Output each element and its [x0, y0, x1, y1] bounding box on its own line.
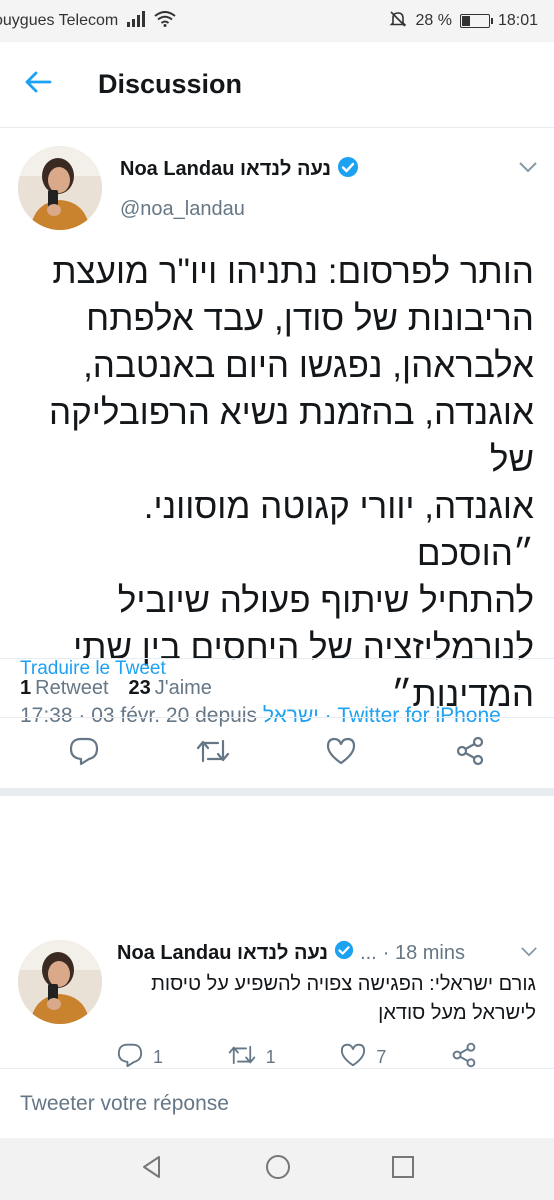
reply-button[interactable]	[64, 733, 104, 773]
tweet-text-line: אוגנדה, יוורי קגוטה מוסווני. ״הוסכם	[143, 487, 534, 573]
battery-icon	[459, 14, 493, 28]
like-stat-label: J'aime	[154, 676, 212, 699]
reply-menu-button[interactable]	[520, 944, 538, 962]
reply-author-name[interactable]: Noa Landau נעה לנדאו	[117, 942, 328, 965]
reply-header: Noa Landau נעה לנדאו ... · 18 mins	[117, 940, 465, 966]
nav-back-icon	[139, 1155, 165, 1184]
reply-icon	[69, 737, 99, 770]
reply-reply-button[interactable]: 1	[117, 1043, 163, 1068]
tweet-actions	[0, 718, 554, 796]
page-title: Discussion	[98, 69, 243, 99]
tweet-stats: 1 Retweet 23 J'aime	[0, 658, 554, 718]
retweet-stat-label: Retweet	[35, 676, 109, 699]
verified-badge-icon	[337, 156, 359, 183]
system-nav-bar	[0, 1138, 554, 1200]
like-count: 23	[128, 676, 151, 699]
main-tweet: Noa Landau נעה לנדאו @noa_landau הותר לפ…	[0, 128, 554, 731]
nav-recents-icon	[391, 1155, 415, 1183]
reply-share-button[interactable]	[451, 1042, 477, 1068]
retweet-button[interactable]	[193, 733, 233, 773]
author-name-row[interactable]: Noa Landau נעה לנדאו	[120, 156, 359, 183]
tweet-menu-button[interactable]	[518, 160, 538, 178]
tweet-text-line: אלבראהן, נפגשו היום באנטבה,	[83, 346, 534, 385]
tweet-text-line: הריבונות של סודן, עבד אלפתח	[86, 299, 534, 338]
app-header: Discussion	[0, 42, 554, 128]
like-button[interactable]	[321, 733, 361, 773]
reply-composer	[0, 1068, 554, 1138]
carrier-name: ouygues Telecom	[0, 12, 119, 29]
retweet-icon	[196, 738, 230, 769]
like-stat[interactable]: 23 J'aime	[129, 677, 212, 700]
reply-like-button[interactable]: 7	[340, 1043, 386, 1068]
back-button[interactable]	[0, 42, 82, 128]
nav-back-button[interactable]	[139, 1154, 165, 1185]
author-row: Noa Landau נעה לנדאו @noa_landau	[0, 128, 554, 238]
tweet-text-line: אוגנדה, בהזמנת נשיא הרפובליקה של	[48, 393, 534, 479]
retweet-count: 1	[20, 676, 32, 699]
chevron-down-icon	[520, 944, 538, 961]
reply-tweet[interactable]: Noa Landau נעה לנדאו ... · 18 mins גורם …	[0, 922, 554, 1068]
signal-icon	[126, 10, 146, 32]
reply-input[interactable]	[20, 1091, 520, 1116]
nav-recents-button[interactable]	[391, 1155, 415, 1184]
battery-percent: 28 %	[415, 12, 452, 29]
battery-fill	[461, 16, 470, 26]
back-arrow-icon	[24, 70, 52, 99]
retweet-icon	[228, 1044, 256, 1068]
wifi-icon	[154, 10, 176, 32]
reply-retweet-count: 1	[265, 1047, 276, 1067]
share-icon	[455, 736, 485, 771]
tweet-text-line: הותר לפרסום: נתניהו ויו"ר מועצת	[52, 252, 534, 291]
share-icon	[451, 1042, 477, 1068]
clock: 18:01	[497, 12, 538, 29]
reply-retweet-button[interactable]: 1	[228, 1044, 276, 1068]
reply-like-count: 7	[376, 1047, 387, 1067]
nav-home-icon	[264, 1154, 292, 1185]
status-bar: ouygues Telecom 28 % 18:01	[0, 0, 554, 42]
reply-text: גורם ישראלי: הפגישה צפויה להשפיע על טיסו…	[151, 973, 536, 1024]
author-handle[interactable]: @noa_landau	[120, 198, 245, 221]
reply-actions: 1 1 7	[117, 1042, 477, 1068]
reply-handle-ellipsis: ...	[360, 941, 377, 964]
like-icon	[340, 1043, 366, 1068]
reply-time: · 18 mins	[382, 941, 465, 964]
author-name[interactable]: Noa Landau נעה לנדאו	[120, 158, 331, 181]
reply-icon	[117, 1043, 143, 1068]
status-left: ouygues Telecom	[0, 10, 220, 32]
share-button[interactable]	[450, 733, 490, 773]
nav-home-button[interactable]	[264, 1153, 292, 1186]
like-icon	[326, 737, 356, 770]
status-right: 28 % 18:01	[389, 10, 538, 33]
mute-bell-icon	[389, 10, 407, 33]
tweet-text: הותר לפרסום: נתניהו ויו"ר מועצת הריבונות…	[0, 248, 554, 714]
avatar[interactable]	[18, 146, 102, 230]
reply-reply-count: 1	[153, 1047, 164, 1067]
retweet-stat[interactable]: 1 Retweet	[20, 677, 109, 700]
reply-avatar[interactable]	[18, 940, 102, 1024]
tweet-text-line: להתחיל שיתוף פעולה שיוביל	[117, 581, 534, 620]
chevron-down-icon	[518, 160, 538, 177]
verified-badge-icon	[334, 940, 354, 966]
